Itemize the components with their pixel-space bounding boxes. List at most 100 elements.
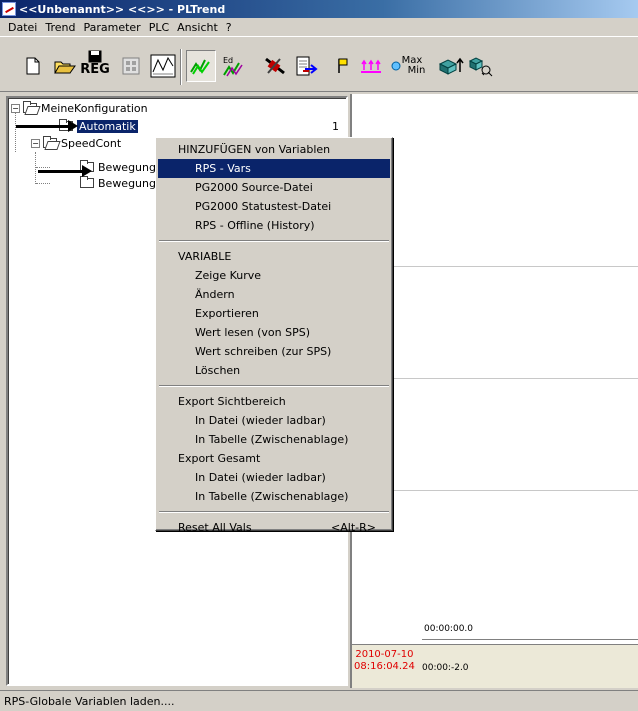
menu-datei[interactable]: Datei	[4, 21, 41, 34]
tree-connector	[35, 152, 36, 184]
plc-connect-button[interactable]	[260, 50, 290, 82]
tree-expander[interactable]: −	[11, 103, 20, 113]
tree-item-label: SpeedCont	[61, 136, 122, 150]
config-button[interactable]	[116, 50, 146, 82]
toolbar-separator	[180, 49, 182, 85]
menu-section-add-variables: HINZUFÜGEN von Variablen	[178, 143, 331, 156]
tree-item-bewegung[interactable]: Bewegung	[80, 175, 156, 191]
tree-item-root[interactable]: − MeineKonfiguration	[11, 100, 148, 116]
menu-separator	[159, 385, 389, 387]
new-icon	[26, 57, 40, 75]
app-icon[interactable]	[2, 2, 16, 16]
plc-connect-icon	[265, 57, 285, 75]
open-icon	[54, 61, 76, 74]
trend-active-icon	[190, 59, 210, 75]
menu-plc[interactable]: PLC	[145, 21, 173, 34]
trend-view-icon	[150, 54, 176, 78]
window-title: <<Unbenannt>> <<>> - PLTrend	[19, 2, 226, 16]
edit-trend-icon: Ed	[223, 56, 243, 77]
export-icon	[296, 56, 318, 76]
menu-item-delete[interactable]: Löschen	[158, 361, 390, 380]
tree-root-label: MeineKonfiguration	[41, 101, 148, 115]
trend-active-button[interactable]	[186, 50, 216, 82]
grid-line	[352, 266, 638, 267]
menu-separator	[159, 240, 389, 242]
tree-connector	[36, 183, 50, 184]
annotation-arrow-icon	[16, 120, 78, 132]
flag-button[interactable]	[328, 50, 358, 82]
title-bar[interactable]: <<Unbenannt>> <<>> - PLTrend	[0, 0, 638, 18]
grid-line	[352, 490, 638, 491]
scale-button[interactable]	[356, 50, 386, 82]
context-menu: HINZUFÜGEN von Variablen RPS - Vars PG20…	[155, 137, 393, 534]
menu-item-reset-all-vals[interactable]: Reset All Vals <Alt-R>	[158, 518, 390, 537]
time-axis-top-label: 00:00:00.0	[424, 624, 474, 634]
max-min-labels: Max Min	[402, 56, 426, 76]
scale-icon	[361, 59, 381, 73]
tree-item-label: Bewegung	[98, 160, 156, 174]
tree-item-label: Automatik	[76, 118, 139, 134]
menu-item-export-view-file[interactable]: In Datei (wieder ladbar)	[158, 411, 390, 430]
save-reg-button[interactable]: REG	[80, 50, 110, 82]
menu-help[interactable]: ?	[222, 21, 236, 34]
menu-separator	[159, 511, 389, 513]
menu-trend[interactable]: Trend	[41, 21, 79, 34]
zoom-icon	[438, 57, 464, 75]
open-button[interactable]	[50, 50, 80, 82]
folder-open-icon	[23, 101, 37, 113]
folder-open-icon	[43, 136, 57, 148]
tree-item-label: Bewegung	[98, 176, 156, 190]
tree-connector	[36, 167, 50, 168]
folder-icon	[80, 176, 94, 188]
svg-text:Ed: Ed	[223, 56, 233, 65]
zoom-fit-icon	[468, 57, 493, 77]
menu-section-variable: VARIABLE	[178, 250, 232, 263]
menu-item-write-value[interactable]: Wert schreiben (zur SPS)	[158, 342, 390, 361]
time-axis	[422, 639, 638, 640]
menu-parameter[interactable]: Parameter	[79, 21, 144, 34]
time-axis-bottom-label: 00:00:-2.0	[422, 663, 469, 673]
menu-item-pg2000-status[interactable]: PG2000 Statustest-Datei	[158, 197, 390, 216]
chart-time: 08:16:04.24	[354, 661, 415, 672]
menu-section-export-all: Export Gesamt	[178, 452, 261, 465]
flag-icon	[338, 58, 348, 73]
menu-item-export-all-table[interactable]: In Tabelle (Zwischenablage)	[158, 487, 390, 506]
max-min-button[interactable]: Max Min	[388, 50, 428, 82]
reset-shortcut: <Alt-R>	[331, 521, 376, 534]
menu-item-show-curve[interactable]: Zeige Kurve	[158, 266, 390, 285]
menu-bar: Datei Trend Parameter PLC Ansicht ?	[0, 18, 638, 36]
config-icon	[122, 57, 140, 75]
menu-section-export-view: Export Sichtbereich	[178, 395, 286, 408]
menu-item-pg2000-source[interactable]: PG2000 Source-Datei	[158, 178, 390, 197]
toolbar: REG Ed Max Min	[0, 36, 638, 92]
export-button[interactable]	[292, 50, 322, 82]
trend-view-button[interactable]	[148, 50, 178, 82]
tree-item-count: 1	[332, 120, 339, 133]
menu-item-rps-vars[interactable]: RPS - Vars	[158, 159, 390, 178]
menu-item-rps-offline[interactable]: RPS - Offline (History)	[158, 216, 390, 235]
status-text: RPS-Globale Variablen laden....	[4, 694, 175, 708]
status-bar: RPS-Globale Variablen laden....	[0, 690, 638, 711]
menu-ansicht[interactable]: Ansicht	[173, 21, 222, 34]
edit-trend-button[interactable]: Ed	[218, 50, 248, 82]
reset-label: Reset All Vals	[178, 521, 252, 534]
trend-chart[interactable]: 00:00:00.0 2010-07-10 08:16:04.24 00:00:…	[350, 94, 638, 688]
grid-line	[352, 378, 638, 379]
reg-label: REG	[80, 62, 110, 77]
menu-item-read-value[interactable]: Wert lesen (von SPS)	[158, 323, 390, 342]
menu-item-export-view-table[interactable]: In Tabelle (Zwischenablage)	[158, 430, 390, 449]
chart-scroll-area[interactable]: 2010-07-10 08:16:04.24 00:00:-2.0	[352, 644, 638, 688]
menu-item-export-all-file[interactable]: In Datei (wieder ladbar)	[158, 468, 390, 487]
zoom-button[interactable]	[436, 50, 466, 82]
new-button[interactable]	[18, 50, 48, 82]
min-label: Min	[407, 65, 426, 76]
annotation-arrow-icon	[38, 165, 92, 177]
zoom-fit-button[interactable]	[466, 50, 496, 82]
menu-item-export[interactable]: Exportieren	[158, 304, 390, 323]
chart-date: 2010-07-10	[355, 649, 414, 660]
chart-timestamp: 2010-07-10 08:16:04.24	[354, 649, 415, 673]
menu-item-change[interactable]: Ändern	[158, 285, 390, 304]
tree-expander[interactable]: −	[31, 138, 40, 148]
max-min-icon	[391, 61, 401, 71]
tree-item-speedcont[interactable]: − SpeedCont	[11, 135, 121, 151]
